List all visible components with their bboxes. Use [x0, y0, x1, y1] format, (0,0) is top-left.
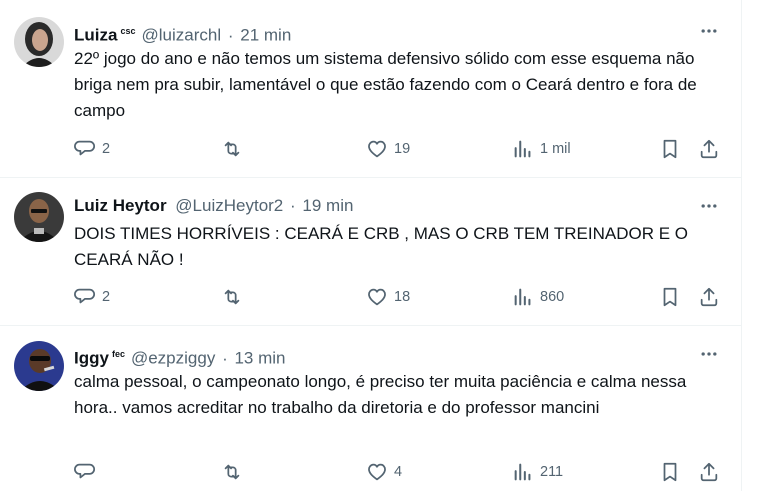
display-name[interactable]: Luiza	[74, 26, 117, 45]
repost-icon	[224, 289, 240, 305]
tweet-header: Luiz Heytor @LuizHeytor2 · 19 min	[74, 194, 353, 218]
bookmark-button[interactable]	[659, 284, 681, 310]
reply-feed: Luiza csc @luizarchl · 21 min 22º jogo do …	[0, 0, 758, 491]
avatar[interactable]	[14, 17, 64, 67]
tweet-header: Luiza csc @luizarchl · 21 min	[74, 19, 291, 45]
reply-icon	[74, 463, 95, 479]
reply-count: 2	[102, 141, 111, 157]
views-button[interactable]: 211	[512, 459, 563, 485]
avatar[interactable]	[14, 192, 64, 242]
tweet-actions: 2 19 1 mil	[74, 136, 724, 162]
views-button[interactable]: 1 mil	[512, 136, 571, 162]
handle[interactable]: @LuizHeytor2	[175, 196, 283, 215]
name-badge: csc	[120, 26, 136, 36]
more-options-button[interactable]	[697, 194, 721, 218]
bookmark-icon	[663, 462, 677, 482]
share-icon	[700, 462, 718, 482]
views-count: 211	[540, 464, 564, 480]
like-button[interactable]: 18	[366, 284, 410, 310]
tweet-3[interactable]: Iggy fec @ezpziggy · 13 min calma pessoal,…	[0, 325, 741, 491]
name-badge: fec	[111, 349, 125, 359]
tweet-2[interactable]: Luiz Heytor @LuizHeytor2 · 19 min DOIS T…	[0, 177, 741, 326]
reply-count: 2	[102, 289, 111, 305]
display-name[interactable]: Luiz Heytor	[74, 196, 167, 215]
bookmark-icon	[663, 287, 677, 307]
tweet-1[interactable]: Luiza csc @luizarchl · 21 min 22º jogo do …	[0, 0, 741, 178]
like-button[interactable]: 4	[366, 459, 402, 485]
avatar[interactable]	[14, 341, 64, 391]
views-button[interactable]: 860	[512, 284, 564, 310]
more-icon	[701, 29, 717, 33]
handle[interactable]: @luizarchl	[141, 26, 221, 45]
more-icon	[701, 204, 717, 208]
display-name[interactable]: Iggy	[74, 349, 109, 368]
reply-button[interactable]: 2	[74, 136, 110, 162]
tweet-text: DOIS TIMES HORRÍVEIS : CEARÁ E CRB , MAS…	[74, 224, 688, 269]
reply-icon	[74, 140, 95, 156]
reply-button[interactable]	[74, 459, 102, 485]
views-icon	[514, 140, 531, 158]
tweet-header: Iggy fec @ezpziggy · 13 min	[74, 342, 286, 368]
tweet-text: 22º jogo do ano e não temos um sistema d…	[74, 49, 697, 120]
more-options-button[interactable]	[697, 342, 721, 366]
separator: ·	[227, 25, 234, 45]
repost-button[interactable]	[221, 459, 249, 485]
column-border	[741, 0, 742, 491]
views-count: 860	[540, 289, 565, 305]
repost-button[interactable]	[221, 136, 249, 162]
reply-icon	[74, 288, 95, 304]
like-icon	[368, 140, 386, 158]
share-button[interactable]	[698, 284, 720, 310]
tweet-text: calma pessoal, o campeonato longo, é pre…	[74, 372, 687, 417]
like-icon	[368, 463, 386, 481]
views-icon	[514, 288, 531, 306]
views-count: 1 mil	[540, 141, 571, 157]
share-button[interactable]	[698, 136, 720, 162]
bookmark-button[interactable]	[659, 136, 681, 162]
separator: ·	[290, 196, 296, 215]
like-button[interactable]: 19	[366, 136, 410, 162]
like-count: 4	[394, 464, 403, 480]
separator: ·	[222, 348, 228, 368]
more-icon	[701, 352, 717, 356]
timestamp[interactable]: 21 min	[240, 26, 291, 45]
tweet-actions: 4 211	[74, 459, 724, 485]
timestamp[interactable]: 19 min	[302, 196, 353, 215]
repost-button[interactable]	[221, 284, 249, 310]
share-button[interactable]	[698, 459, 720, 485]
repost-icon	[224, 141, 240, 157]
views-icon	[514, 463, 531, 481]
more-options-button[interactable]	[697, 19, 721, 43]
like-count: 19	[394, 141, 411, 157]
reply-button[interactable]: 2	[74, 284, 110, 310]
share-icon	[700, 139, 718, 159]
timestamp[interactable]: 13 min	[234, 349, 285, 368]
repost-icon	[224, 464, 240, 480]
like-icon	[368, 288, 386, 306]
handle[interactable]: @ezpziggy	[131, 349, 215, 368]
like-count: 18	[394, 289, 411, 305]
bookmark-icon	[663, 139, 677, 159]
share-icon	[700, 287, 718, 307]
tweet-actions: 2 18 860	[74, 284, 724, 310]
bookmark-button[interactable]	[659, 459, 681, 485]
